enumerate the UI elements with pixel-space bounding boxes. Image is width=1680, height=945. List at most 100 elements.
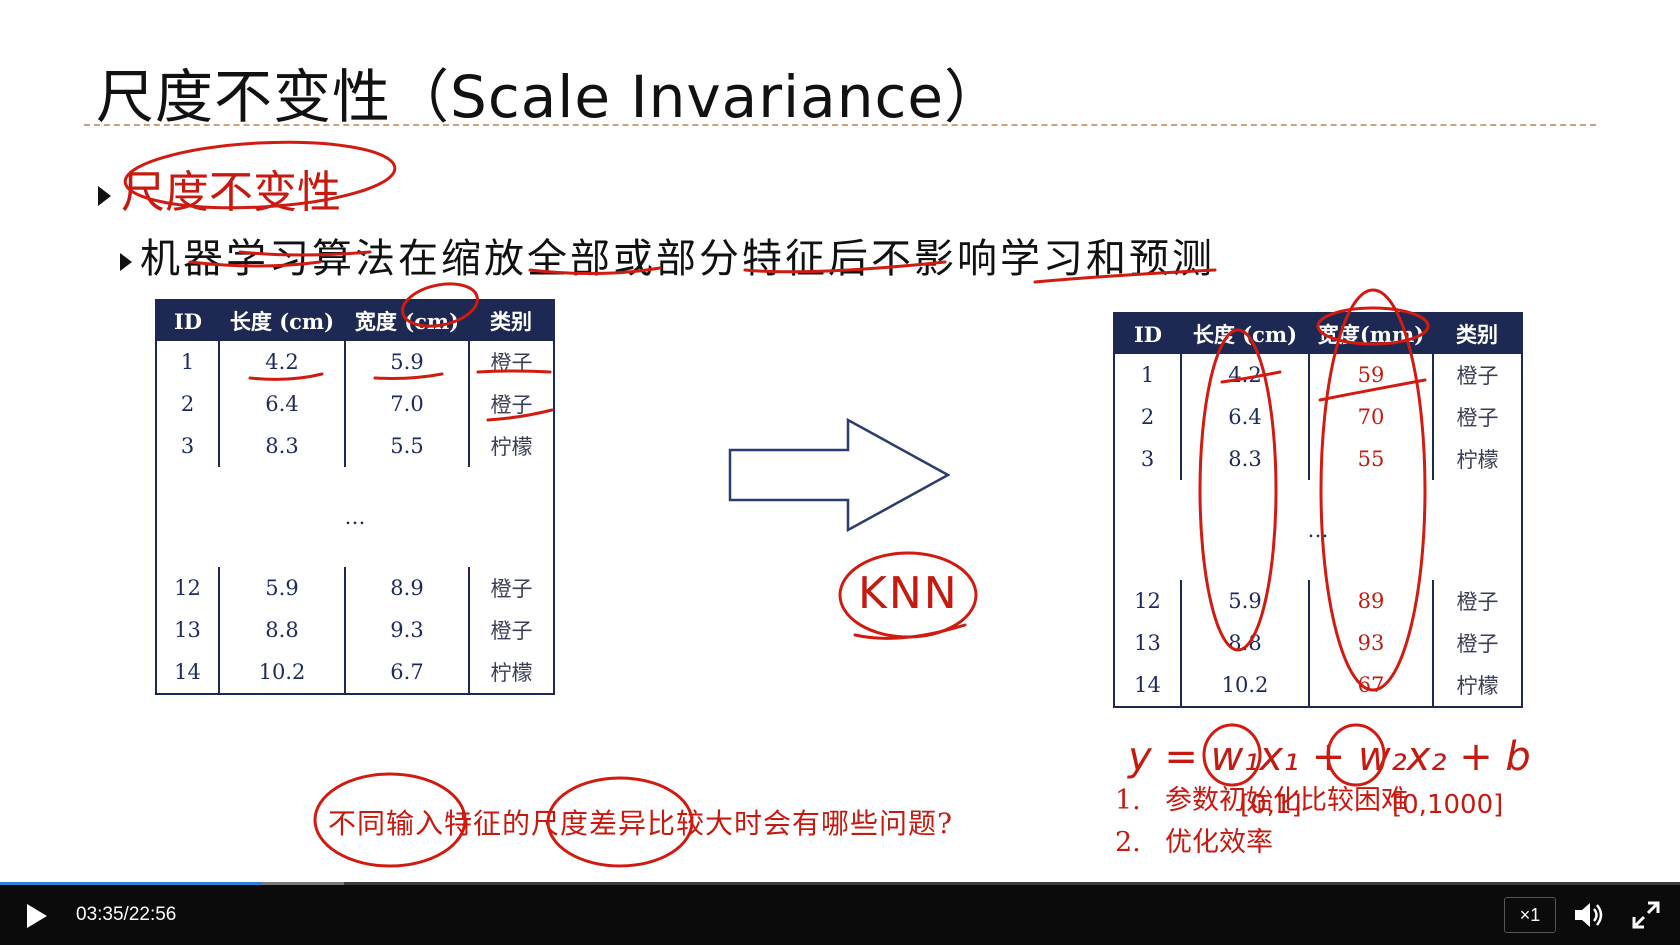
bullet-triangle-icon (120, 253, 132, 271)
cell-category: 橙子 (1432, 396, 1522, 438)
table-ellipsis: … (344, 505, 366, 529)
list-text: 参数初始化比较困难 (1165, 785, 1408, 816)
volume-icon[interactable] (1572, 899, 1606, 931)
table-row: 1 4.2 5.9 橙子 (156, 341, 554, 383)
cell-length: 5.9 (218, 567, 345, 609)
table-row: 12 5.9 8.9 橙子 (156, 567, 554, 609)
bullet-level1-text: 尺度不变性 (121, 167, 341, 218)
fullscreen-icon[interactable] (1630, 899, 1662, 931)
timecode: 03:35/22:56 (76, 904, 176, 926)
table-row: 12 5.9 89 橙子 (1114, 580, 1522, 622)
cell-category: 橙子 (468, 609, 554, 651)
cell-width: 55 (1308, 438, 1433, 480)
table-rescaled: ID 长度 (cm) 宽度(mm) 类别 1 4.2 59 橙子 2 6.4 7… (1113, 312, 1523, 708)
question-text: 不同输入特征的尺度差异比较大时会有哪些问题? (328, 807, 954, 840)
slide-title: 尺度不变性（Scale Invariance） (96, 63, 1004, 131)
title-divider (84, 124, 1596, 126)
table-ellipsis-row: … (156, 467, 554, 567)
cell-width: 5.9 (344, 341, 469, 383)
duration: 22:56 (128, 904, 177, 925)
table-row: 1 4.2 59 橙子 (1114, 354, 1522, 396)
table-row: 2 6.4 7.0 橙子 (156, 383, 554, 425)
player-controls: 03:35/22:56 ×1 (0, 885, 1680, 945)
table-original-scale: ID 长度 (cm) 宽度 (cm) 类别 1 4.2 5.9 橙子 2 6.4… (155, 299, 555, 695)
issues-list: 1. 参数初始化比较困难 2. 优化效率 (1115, 780, 1408, 864)
table-row: 3 8.3 5.5 柠檬 (156, 425, 554, 467)
table-row: 3 8.3 55 柠檬 (1114, 438, 1522, 480)
cell-length: 4.2 (218, 341, 345, 383)
table-row: 14 10.2 67 柠檬 (1114, 664, 1522, 707)
list-item: 2. 优化效率 (1115, 822, 1408, 864)
cell-width: 5.5 (344, 425, 469, 467)
bullet-level2: 机器学习算法在缩放全部或部分特征后不影响学习和预测 (120, 226, 1215, 284)
cell-category: 橙子 (468, 383, 554, 425)
header-width: 宽度 (cm) (345, 300, 469, 341)
cell-id: 12 (174, 576, 201, 600)
cell-length: 4.2 (1180, 354, 1309, 396)
cell-width: 89 (1308, 580, 1433, 622)
cell-id: 12 (1134, 589, 1161, 613)
cell-width: 7.0 (344, 383, 469, 425)
header-length: 长度 (cm) (1181, 313, 1309, 354)
table-row: 14 10.2 6.7 柠檬 (156, 651, 554, 694)
table-row: 13 8.8 93 橙子 (1114, 622, 1522, 664)
cell-category: 橙子 (468, 341, 554, 383)
list-number: 2. (1115, 827, 1141, 858)
bullet-level1: 尺度不变性 (98, 156, 341, 220)
playback-speed-button[interactable]: ×1 (1504, 897, 1556, 933)
header-id: ID (156, 300, 219, 341)
cell-length: 10.2 (1180, 664, 1309, 707)
cell-length: 5.9 (1180, 580, 1309, 622)
cell-id: 13 (1134, 631, 1161, 655)
cell-category: 柠檬 (468, 425, 554, 467)
list-text: 优化效率 (1165, 827, 1273, 858)
cell-width: 70 (1308, 396, 1433, 438)
cell-id: 2 (180, 392, 195, 416)
current-time: 03:35 (76, 904, 124, 925)
cell-category: 柠檬 (1432, 664, 1522, 707)
cell-category: 橙子 (468, 567, 554, 609)
cell-length: 8.3 (1180, 438, 1309, 480)
header-length: 长度 (cm) (219, 300, 345, 341)
header-category: 类别 (469, 300, 554, 341)
table-ellipsis: … (1307, 518, 1329, 542)
header-id: ID (1114, 313, 1181, 354)
cell-category: 柠檬 (1432, 438, 1522, 480)
cell-width: 9.3 (344, 609, 469, 651)
table-ellipsis-row: … (1114, 480, 1522, 580)
cell-width: 67 (1308, 664, 1433, 707)
cell-category: 柠檬 (468, 651, 554, 694)
cell-width: 6.7 (344, 651, 469, 694)
header-category: 类别 (1433, 313, 1522, 354)
cell-width: 59 (1308, 354, 1433, 396)
cell-id: 1 (180, 350, 195, 374)
list-number: 1. (1115, 785, 1141, 816)
table-row: 13 8.8 9.3 橙子 (156, 609, 554, 651)
bullet-triangle-icon (98, 185, 111, 206)
knn-annotation: KNN (858, 568, 959, 619)
table-header-row: ID 长度 (cm) 宽度(mm) 类别 (1114, 313, 1522, 354)
cell-length: 6.4 (218, 383, 345, 425)
cell-width: 93 (1308, 622, 1433, 664)
table-row: 2 6.4 70 橙子 (1114, 396, 1522, 438)
cell-id: 3 (180, 434, 195, 458)
play-icon[interactable] (22, 901, 52, 931)
cell-length: 10.2 (218, 651, 345, 694)
cell-id: 14 (174, 660, 201, 684)
cell-length: 8.8 (1180, 622, 1309, 664)
cell-length: 6.4 (1180, 396, 1309, 438)
cell-id: 3 (1140, 447, 1155, 471)
cell-id: 1 (1140, 363, 1155, 387)
list-item: 1. 参数初始化比较困难 (1115, 780, 1408, 822)
video-frame[interactable]: 尺度不变性（Scale Invariance） 尺度不变性 机器学习算法在缩放全… (0, 0, 1680, 885)
cell-category: 橙子 (1432, 354, 1522, 396)
cell-length: 8.3 (218, 425, 345, 467)
cell-id: 14 (1134, 673, 1161, 697)
range-annotation-2: [0,1000] (1392, 790, 1504, 820)
bullet-level2-text: 机器学习算法在缩放全部或部分特征后不影响学习和预测 (140, 236, 1215, 282)
cell-category: 橙子 (1432, 622, 1522, 664)
cell-id: 13 (174, 618, 201, 642)
transform-arrow-icon (728, 418, 951, 533)
cell-width: 8.9 (344, 567, 469, 609)
cell-id: 2 (1140, 405, 1155, 429)
